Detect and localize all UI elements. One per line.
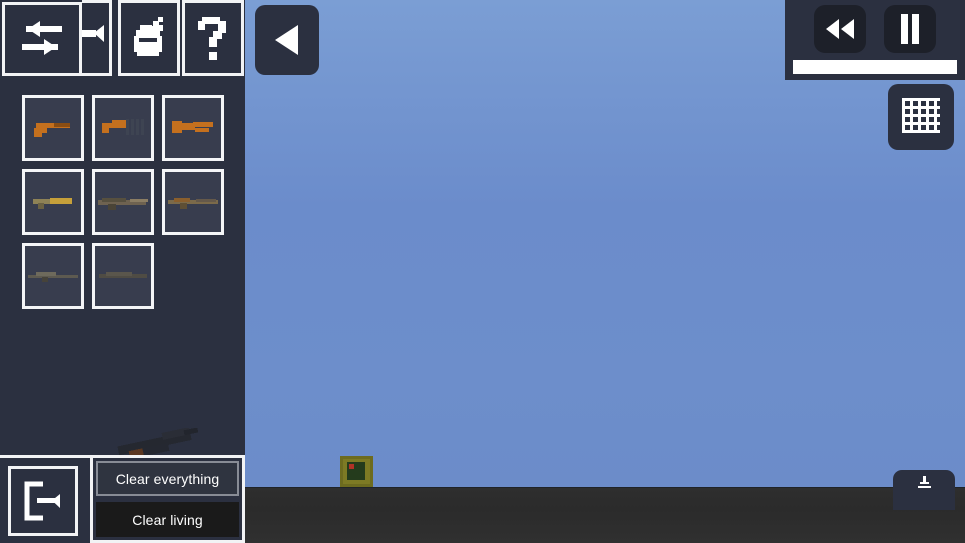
triangle-left-icon xyxy=(275,25,298,55)
weapon-slot-label: AK Rifle xyxy=(165,172,166,173)
clear-everything-button[interactable]: Clear everything xyxy=(96,461,239,496)
rifle-sprite-icon xyxy=(98,198,148,210)
sawnoff-sprite-icon xyxy=(172,121,213,133)
world-entity-crate[interactable] xyxy=(340,456,373,487)
timeline-label: Timeline xyxy=(793,60,794,61)
weapon-slot-rifle[interactable]: Assault Rifle xyxy=(92,169,154,235)
weapon-slot-label: Sniper Rifle xyxy=(25,246,26,247)
weapon-slot-carbine[interactable]: Carbine xyxy=(22,169,84,235)
weapon-slot-label: Carbine xyxy=(25,172,26,173)
pistol-sprite-icon xyxy=(34,123,70,137)
clear-living-button[interactable]: Clear living xyxy=(96,502,239,537)
grenade-tool-button[interactable]: Grenade xyxy=(118,0,180,76)
ak-sprite-icon xyxy=(168,198,218,209)
arrow-tool-label: Move xyxy=(82,3,83,4)
question-mark-icon xyxy=(198,17,226,60)
clear-buttons-panel: Clear everything Clear living xyxy=(90,455,245,543)
app-root: Swap Move xyxy=(0,0,965,543)
item-row: Carbine Assault Rifle xyxy=(22,169,232,235)
grid-button[interactable]: Grid xyxy=(888,84,954,150)
weapon-slot-label: Machine Gun xyxy=(95,246,96,247)
sidebar-panel: Swap Move xyxy=(0,0,245,543)
exit-door-icon xyxy=(24,481,60,521)
playback-hud: Rewind Pause Timeline xyxy=(785,0,965,80)
weapon-slot-sniper[interactable]: Sniper Rifle xyxy=(22,243,84,309)
timeline-bar[interactable]: Timeline xyxy=(793,60,957,74)
weapon-slot-smg[interactable]: SMG xyxy=(92,95,154,161)
lmg-sprite-icon xyxy=(99,272,147,278)
pause-icon xyxy=(901,14,919,44)
playback-buttons: Rewind Pause xyxy=(785,0,965,58)
carbine-sprite-icon xyxy=(33,198,72,209)
weapon-slot-ak[interactable]: AK Rifle xyxy=(162,169,224,235)
entity-marker xyxy=(349,464,354,469)
arrow-tool-button[interactable]: Move xyxy=(82,0,112,76)
rewind-icon xyxy=(826,19,854,39)
weapon-slot-label: Pistol xyxy=(25,98,26,99)
exit-button[interactable]: Exit xyxy=(8,466,78,536)
download-icon xyxy=(918,476,931,488)
swap-arrows-icon xyxy=(22,21,62,55)
weapon-slot-label: Sawn-off Shotgun xyxy=(165,98,166,99)
rewind-button[interactable]: Rewind xyxy=(814,5,866,53)
help-tool-button[interactable]: Help xyxy=(182,0,244,76)
sniper-sprite-icon xyxy=(28,272,78,282)
weapon-slot-sawnoff[interactable]: Sawn-off Shotgun xyxy=(162,95,224,161)
sidebar-toolbar: Swap Move xyxy=(0,0,245,78)
item-row: Sniper Rifle Machine Gun xyxy=(22,243,232,309)
weapon-slot-pistol[interactable]: Pistol xyxy=(22,95,84,161)
grid-icon xyxy=(902,98,940,133)
arrow-right-icon xyxy=(82,25,104,42)
weapon-slot-lmg[interactable]: Machine Gun xyxy=(92,243,154,309)
smg-sprite-icon xyxy=(102,119,144,135)
swap-tool-button[interactable]: Swap xyxy=(2,2,82,76)
weapon-slot-label: SMG xyxy=(95,98,96,99)
weapon-item-grid: Pistol SMG xyxy=(22,95,232,317)
item-row: Pistol SMG xyxy=(22,95,232,161)
pause-button[interactable]: Pause xyxy=(884,5,936,53)
weapon-slot-label: Assault Rifle xyxy=(95,172,96,173)
back-button[interactable]: Back xyxy=(255,5,319,75)
grenade-icon xyxy=(134,17,163,56)
download-button[interactable]: Download xyxy=(893,470,955,510)
